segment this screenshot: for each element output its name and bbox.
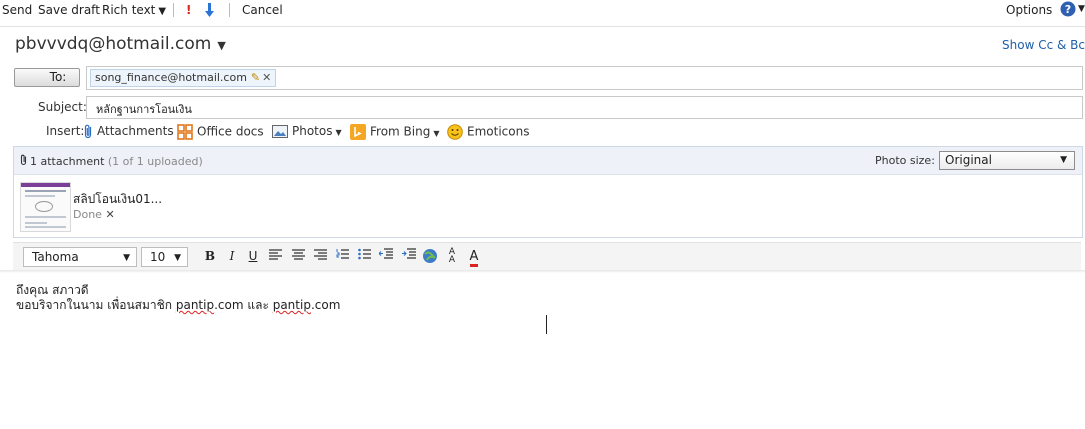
subject-input[interactable]: หลักฐานการโอนเงิน [86, 96, 1083, 119]
insert-label: Insert: [46, 124, 85, 138]
from-selector[interactable]: pbvvvdq@hotmail.com ▼ [15, 34, 226, 54]
message-line-2-mid: .com และ [214, 298, 273, 312]
font-color-icon[interactable]: A [466, 248, 482, 267]
attachment-header: 1 attachment (1 of 1 uploaded) Photo siz… [14, 147, 1082, 175]
message-line-2: ขอบริจากในนาม เพื่อนสมาชิก pantip.com แล… [16, 298, 340, 313]
emoticons-button[interactable]: Emoticons [447, 124, 529, 140]
to-input[interactable]: song_finance@hotmail.com ✎ ✕ [86, 66, 1083, 90]
show-cc-bcc-link[interactable]: Show Cc & Bcc [1002, 38, 1085, 52]
cancel-button[interactable]: Cancel [242, 3, 283, 17]
low-importance-icon[interactable] [204, 3, 215, 20]
help-icon[interactable]: ? [1060, 1, 1076, 20]
spellcheck-word[interactable]: pantip [176, 298, 214, 312]
chevron-down-icon: ▼ [1060, 155, 1067, 165]
remove-attachment-icon[interactable]: ✕ [105, 208, 114, 221]
from-address: pbvvvdq@hotmail.com [15, 34, 212, 54]
attachments-label: Attachments [97, 124, 174, 138]
recipient-address: song_finance@hotmail.com [95, 71, 247, 84]
chevron-down-icon: ▼ [217, 39, 226, 52]
office-docs-label: Office docs [197, 124, 264, 139]
subject-label: Subject: [38, 100, 87, 114]
top-toolbar: Send Save draft Rich text ▼ ! Cancel Opti… [0, 0, 1085, 22]
message-line-1: ถึงคุณ สภาวดี [16, 283, 89, 297]
italic-icon[interactable]: I [224, 248, 240, 264]
edit-pencil-icon[interactable]: ✎ [251, 71, 260, 84]
office-docs-icon [177, 124, 193, 140]
spellcheck-word[interactable]: pantip [273, 298, 311, 312]
svg-text:?: ? [1065, 3, 1071, 16]
text-direction-icon[interactable]: AA [444, 248, 460, 265]
photo-size-select[interactable]: Original ▼ [939, 151, 1075, 170]
format-toolbar: Tahoma ▼ 10 ▼ B I U AA A [13, 242, 1081, 271]
chevron-down-icon: ▼ [174, 253, 181, 263]
to-button[interactable]: To: [14, 68, 80, 87]
rich-text-label: Rich text [102, 3, 156, 17]
bing-icon [350, 124, 366, 140]
high-importance-icon[interactable]: ! [186, 3, 191, 17]
chevron-down-icon: ▼ [433, 128, 440, 138]
toolbar-divider [173, 3, 174, 17]
attachment-thumbnail[interactable] [20, 182, 71, 232]
font-family-select[interactable]: Tahoma ▼ [23, 247, 137, 267]
from-bing-button[interactable]: From Bing ▼ [350, 124, 440, 140]
to-label: To: [49, 70, 67, 84]
font-family-value: Tahoma [32, 250, 79, 264]
options-button[interactable]: Options [1006, 3, 1052, 17]
rich-text-button[interactable]: Rich text ▼ [102, 3, 166, 17]
numbered-list-icon[interactable] [334, 248, 350, 264]
attachment-count: 1 attachment (1 of 1 uploaded) [20, 154, 203, 168]
attachment-count-label: 1 attachment [30, 155, 105, 168]
insert-link-globe-icon[interactable] [422, 248, 438, 264]
help-chevron-icon[interactable]: ▼ [1078, 4, 1085, 14]
send-button[interactable]: Send [2, 3, 32, 17]
photo-size-label: Photo size: [875, 154, 935, 167]
remove-recipient-icon[interactable]: ✕ [262, 71, 271, 84]
subject-value: หลักฐานการโอนเงิน [96, 103, 192, 116]
align-right-icon[interactable] [312, 248, 328, 264]
upload-status: (1 of 1 uploaded) [107, 155, 203, 168]
photo-size-value: Original [945, 153, 992, 167]
bullet-list-icon[interactable] [356, 248, 372, 264]
photo-icon [272, 125, 288, 138]
toolbar-divider [229, 3, 230, 17]
attachment-filename: สลิปโอนเงิน01... [73, 192, 163, 206]
office-docs-button[interactable]: Office docs [177, 124, 264, 140]
message-body[interactable]: ถึงคุณ สภาวดี ขอบริจากในนาม เพื่อนสมาชิก… [16, 283, 340, 313]
chevron-down-icon: ▼ [158, 6, 167, 17]
recipient-chip[interactable]: song_finance@hotmail.com ✎ ✕ [90, 69, 277, 87]
photos-label: Photos [292, 124, 333, 138]
toolbar-divider-line [0, 26, 1085, 27]
editor-top-shadow [0, 270, 1085, 273]
message-line-2-end: .com [310, 298, 341, 312]
message-line-2-prefix: ขอบริจากในนาม เพื่อนสมาชิก [16, 298, 176, 312]
chevron-down-icon: ▼ [335, 128, 342, 137]
chevron-down-icon: ▼ [123, 253, 130, 263]
emoticons-label: Emoticons [467, 124, 530, 139]
align-left-icon[interactable] [267, 248, 283, 264]
photos-button[interactable]: Photos ▼ [272, 124, 342, 138]
underline-icon[interactable]: U [245, 248, 261, 264]
bold-icon[interactable]: B [202, 248, 218, 264]
increase-indent-icon[interactable] [401, 248, 417, 264]
from-bing-label: From Bing [370, 124, 431, 139]
font-size-select[interactable]: 10 ▼ [141, 247, 188, 267]
decrease-indent-icon[interactable] [378, 248, 394, 264]
align-center-icon[interactable] [290, 248, 306, 264]
emoticon-icon [447, 124, 463, 140]
attachment-done-label: Done [73, 208, 102, 221]
save-draft-button[interactable]: Save draft [38, 3, 100, 17]
paperclip-icon [20, 154, 27, 166]
text-cursor [546, 315, 547, 334]
paperclip-icon [84, 124, 92, 139]
attachment-panel: 1 attachment (1 of 1 uploaded) Photo siz… [13, 146, 1083, 238]
attachments-button[interactable]: Attachments [84, 124, 174, 139]
font-size-value: 10 [150, 250, 166, 264]
attachment-status: Done ✕ [73, 208, 115, 221]
